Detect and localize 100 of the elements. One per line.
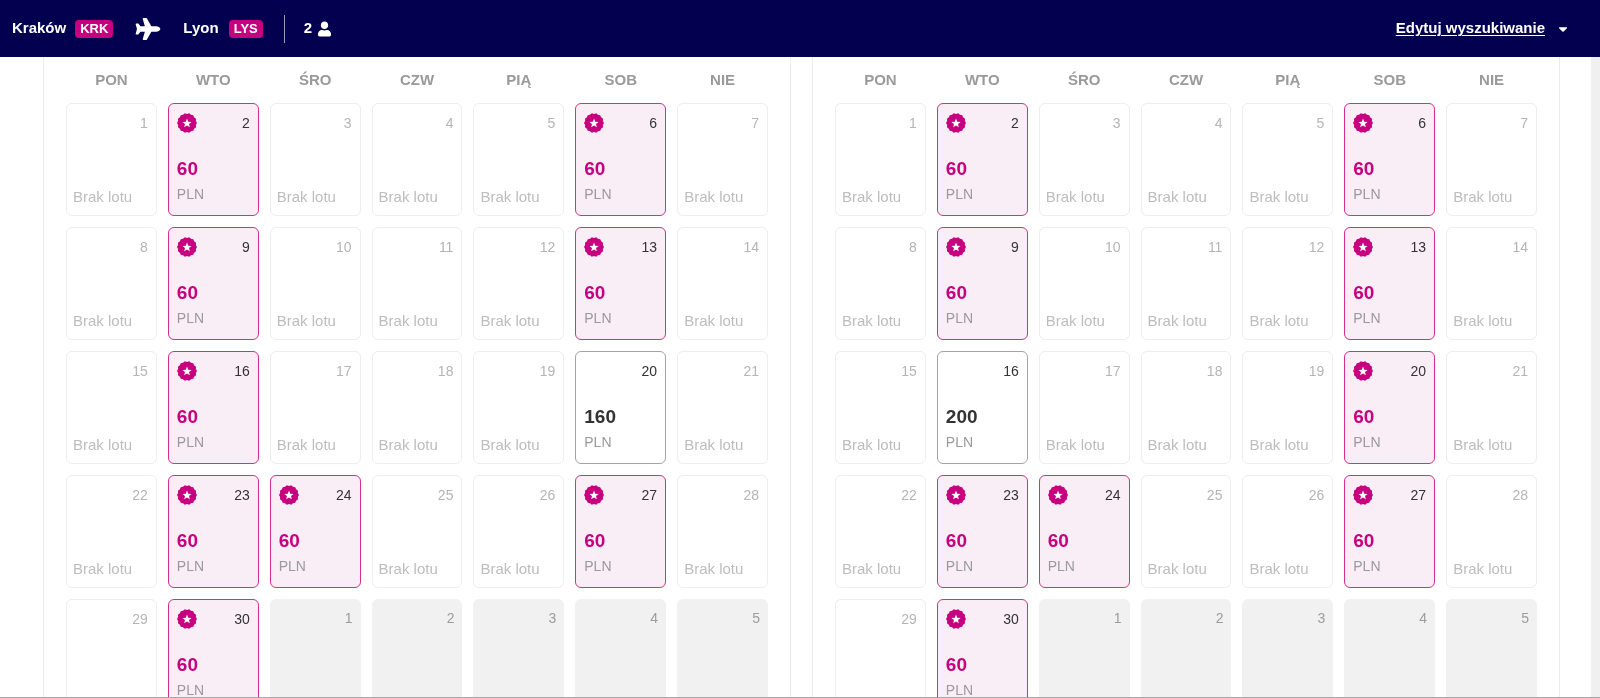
day-number: 28 <box>743 487 759 503</box>
price: 60 <box>1353 405 1375 429</box>
day-number: 3 <box>548 610 557 626</box>
day-number: 21 <box>743 363 759 379</box>
star-badge-icon <box>1353 361 1374 381</box>
calendar-day[interactable]: 2 60 PLN <box>167 103 259 216</box>
day-number: 10 <box>336 239 352 255</box>
star-badge-icon <box>278 485 299 505</box>
day-number: 7 <box>1520 115 1528 131</box>
day-number: 29 <box>901 611 917 627</box>
currency: PLN <box>176 681 205 697</box>
calendar-day[interactable]: 9 60 PLN <box>936 227 1028 340</box>
calendar-day[interactable]: 23 60 PLN <box>936 475 1028 588</box>
day-number: 3 <box>343 115 352 131</box>
day-number: 20 <box>1410 363 1427 379</box>
day-number: 14 <box>1512 239 1528 255</box>
no-flight-label: Brak lotu <box>684 435 744 455</box>
no-flight-label: Brak lotu <box>1147 187 1207 207</box>
day-number: 13 <box>1410 239 1427 255</box>
star-badge-icon <box>1353 485 1374 505</box>
day-number: 2 <box>241 115 250 131</box>
calendar-day[interactable]: 16 60 PLN <box>167 351 259 464</box>
day-number: 13 <box>641 239 658 255</box>
price: 60 <box>176 157 198 181</box>
no-flight-label: Brak lotu <box>480 311 540 331</box>
calendar-day[interactable]: 27 60 PLN <box>575 475 667 588</box>
day-number: 16 <box>1003 363 1019 379</box>
no-flight-label: Brak lotu <box>1453 435 1513 455</box>
calendar-day[interactable]: 9 60 PLN <box>167 227 259 340</box>
no-flight-label: Brak lotu <box>842 559 902 579</box>
currency: PLN <box>176 557 205 575</box>
day-number: 22 <box>132 487 148 503</box>
day-number: 19 <box>539 363 556 379</box>
star-badge-icon <box>1353 237 1374 257</box>
day-number: 27 <box>1410 487 1427 503</box>
day-number: 25 <box>1206 487 1223 503</box>
no-flight-label: Brak lotu <box>378 559 438 579</box>
calendar-day[interactable]: 16 200 PLN <box>936 351 1028 464</box>
plane-icon <box>135 17 162 40</box>
star-badge-icon <box>1353 113 1374 133</box>
calendar-day[interactable]: 20 60 PLN <box>1344 351 1436 464</box>
weekday-label: ŚRO <box>1066 70 1102 90</box>
weekday-label: CZW <box>1167 70 1205 90</box>
price: 60 <box>584 157 606 181</box>
day-number: 23 <box>234 487 250 503</box>
price: 60 <box>945 653 967 677</box>
edit-search-button[interactable]: Edytuj wyszukiwanie <box>1395 17 1569 40</box>
day-number: 27 <box>641 487 658 503</box>
no-flight-label: Brak lotu <box>684 559 744 579</box>
calendar-day[interactable]: 30 60 PLN <box>167 599 259 697</box>
price: 60 <box>176 529 198 553</box>
no-flight-label: Brak lotu <box>276 311 336 331</box>
no-flight-label: Brak lotu <box>480 187 540 207</box>
day-number: 9 <box>1010 239 1019 255</box>
calendar-day[interactable]: 27 60 PLN <box>1344 475 1436 588</box>
day-number: 14 <box>743 239 759 255</box>
weekday-label: SOB <box>1372 70 1407 90</box>
currency: PLN <box>945 185 974 203</box>
no-flight-label: Brak lotu <box>1045 435 1105 455</box>
calendar-day[interactable]: 24 60 PLN <box>1038 475 1130 588</box>
star-badge-icon <box>584 237 605 257</box>
calendar-day[interactable]: 13 60 PLN <box>1344 227 1436 340</box>
weekday-label: SOB <box>603 70 638 90</box>
no-flight-label: Brak lotu <box>684 187 744 207</box>
day-number: 26 <box>539 487 556 503</box>
calendar-day[interactable]: 2 60 PLN <box>936 103 1028 216</box>
scrollbar-track[interactable] <box>1591 57 1600 697</box>
day-number: 12 <box>1308 239 1325 255</box>
day-number: 16 <box>234 363 250 379</box>
no-flight-label: Brak lotu <box>276 435 336 455</box>
day-number: 1 <box>1113 610 1122 626</box>
weekday-label: PIĄ <box>1274 70 1302 90</box>
no-flight-label: Brak lotu <box>1453 187 1513 207</box>
calendar-day[interactable]: 24 60 PLN <box>269 475 361 588</box>
weekday-label: PON <box>863 70 898 90</box>
calendar-day[interactable]: 30 60 PLN <box>936 599 1028 697</box>
day-number: 20 <box>641 363 658 379</box>
price: 60 <box>945 157 967 181</box>
weekday-label: WTO <box>963 70 1001 90</box>
day-number: 26 <box>1308 487 1325 503</box>
no-flight-label: Brak lotu <box>1045 311 1105 331</box>
calendar-day[interactable]: 20 160 PLN <box>575 351 667 464</box>
day-number: 4 <box>1214 115 1223 131</box>
no-flight-label: Brak lotu <box>1045 187 1105 207</box>
star-badge-icon <box>945 485 966 505</box>
calendar-day[interactable]: 23 60 PLN <box>167 475 259 588</box>
day-number: 18 <box>437 363 454 379</box>
calendar-day[interactable]: 6 60 PLN <box>1344 103 1436 216</box>
day-number: 8 <box>909 239 917 255</box>
calendar-day[interactable]: 6 60 PLN <box>575 103 667 216</box>
day-number: 28 <box>1512 487 1528 503</box>
calendar-day[interactable]: 13 60 PLN <box>575 227 667 340</box>
no-flight-label: Brak lotu <box>73 311 133 331</box>
star-badge-icon <box>176 113 197 133</box>
currency: PLN <box>584 185 612 203</box>
no-flight-label: Brak lotu <box>73 435 133 455</box>
no-flight-label: Brak lotu <box>73 187 133 207</box>
currency: PLN <box>1047 557 1075 575</box>
currency: PLN <box>945 681 974 697</box>
no-flight-label: Brak lotu <box>378 187 438 207</box>
